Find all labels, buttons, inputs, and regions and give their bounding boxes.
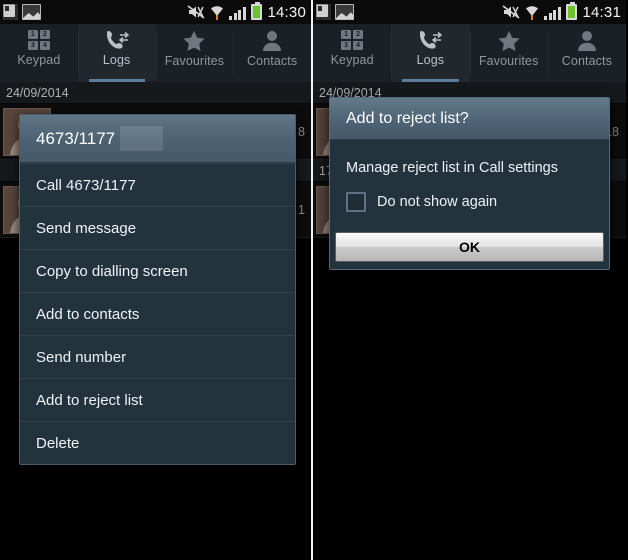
partial-timestamp: 8 [298,124,305,139]
text-selection-highlight [120,126,163,151]
sd-card-icon [3,4,18,20]
battery-icon [251,2,263,20]
signal-icon [544,5,561,20]
do-not-show-again-row[interactable]: Do not show again [346,192,593,212]
status-bar-right-icons: 14:31 [502,2,621,21]
tab-favourites[interactable]: Favourites [155,24,234,82]
menu-item-send-message[interactable]: Send message [20,206,295,249]
tab-contacts[interactable]: Contacts [233,24,311,82]
keypad-icon: 1234 [27,30,50,50]
person-icon [262,30,282,51]
tab-keypad-label: Keypad [17,53,61,67]
call-logs-icon [104,30,130,50]
dialog-footer: OK [330,226,609,269]
mute-icon [187,4,205,20]
status-bar-left-icons [316,4,354,20]
ok-button[interactable]: OK [335,232,604,262]
left-phone-screen: 14:30 1234 Keypad Logs Favourites Contac… [0,0,313,560]
menu-item-add-to-reject-list[interactable]: Add to reject list [20,378,295,421]
partial-timestamp: 1 [298,202,305,217]
tab-logs[interactable]: Logs [391,24,470,82]
right-phone-screen: 14:31 1234 Keypad Logs Favourites Contac… [313,0,626,560]
tab-bar-right: 1234 Keypad Logs Favourites Contacts [313,24,626,82]
tab-keypad[interactable]: 1234 Keypad [313,24,392,82]
tab-logs[interactable]: Logs [77,24,156,82]
context-menu-title: 4673/1177 [20,115,295,163]
tab-contacts[interactable]: Contacts [547,24,626,82]
star-icon [182,30,206,51]
status-bar-left-icons [3,4,41,20]
status-clock: 14:31 [582,3,621,21]
status-bar-right: 14:31 [313,0,626,24]
menu-item-call[interactable]: Call 4673/1177 [20,163,295,206]
sd-card-icon [316,4,331,20]
do-not-show-again-checkbox[interactable] [346,192,366,212]
battery-icon [566,2,578,20]
tab-favourites-label: Favourites [164,54,225,68]
status-bar-right-icons: 14:30 [187,2,306,21]
tab-logs-label: Logs [416,53,445,67]
menu-item-send-number[interactable]: Send number [20,335,295,378]
wifi-icon [210,4,224,21]
do-not-show-again-label: Do not show again [377,194,498,210]
tab-keypad-label: Keypad [330,53,374,67]
call-logs-icon [417,30,443,50]
tab-favourites[interactable]: Favourites [469,24,548,82]
status-clock: 14:30 [267,3,306,21]
context-menu: 4673/1177 Call 4673/1177 Send message Co… [19,114,296,465]
image-icon [22,4,41,20]
dialog-message: Manage reject list in Call settings [346,160,558,176]
tab-underline-active [88,79,145,82]
star-icon [497,30,521,51]
context-menu-title-label: 4673/1177 [36,128,116,148]
mute-icon [502,4,520,20]
menu-item-add-to-contacts[interactable]: Add to contacts [20,292,295,335]
date-header: 24/09/2014 [0,82,311,104]
tab-logs-label: Logs [102,53,131,67]
screenshot-stage: 14:30 1234 Keypad Logs Favourites Contac… [0,0,628,560]
person-icon [577,30,597,51]
tab-underline-active [402,79,459,82]
menu-item-copy-to-dialling-screen[interactable]: Copy to dialling screen [20,249,295,292]
menu-item-delete[interactable]: Delete [20,421,295,464]
tab-contacts-label: Contacts [247,54,298,68]
image-icon [335,4,354,20]
status-bar-left: 14:30 [0,0,311,24]
dialog-body: Manage reject list in Call settings Do n… [330,140,609,226]
tab-keypad[interactable]: 1234 Keypad [0,24,78,82]
reject-list-dialog: Add to reject list? Manage reject list i… [329,97,610,270]
signal-icon [229,5,246,20]
wifi-icon [525,4,539,21]
dialog-title: Add to reject list? [330,98,609,140]
keypad-icon: 1234 [341,30,364,50]
tab-favourites-label: Favourites [478,54,539,68]
tab-contacts-label: Contacts [561,54,612,68]
tab-bar-left: 1234 Keypad Logs Favourites Contacts [0,24,311,82]
